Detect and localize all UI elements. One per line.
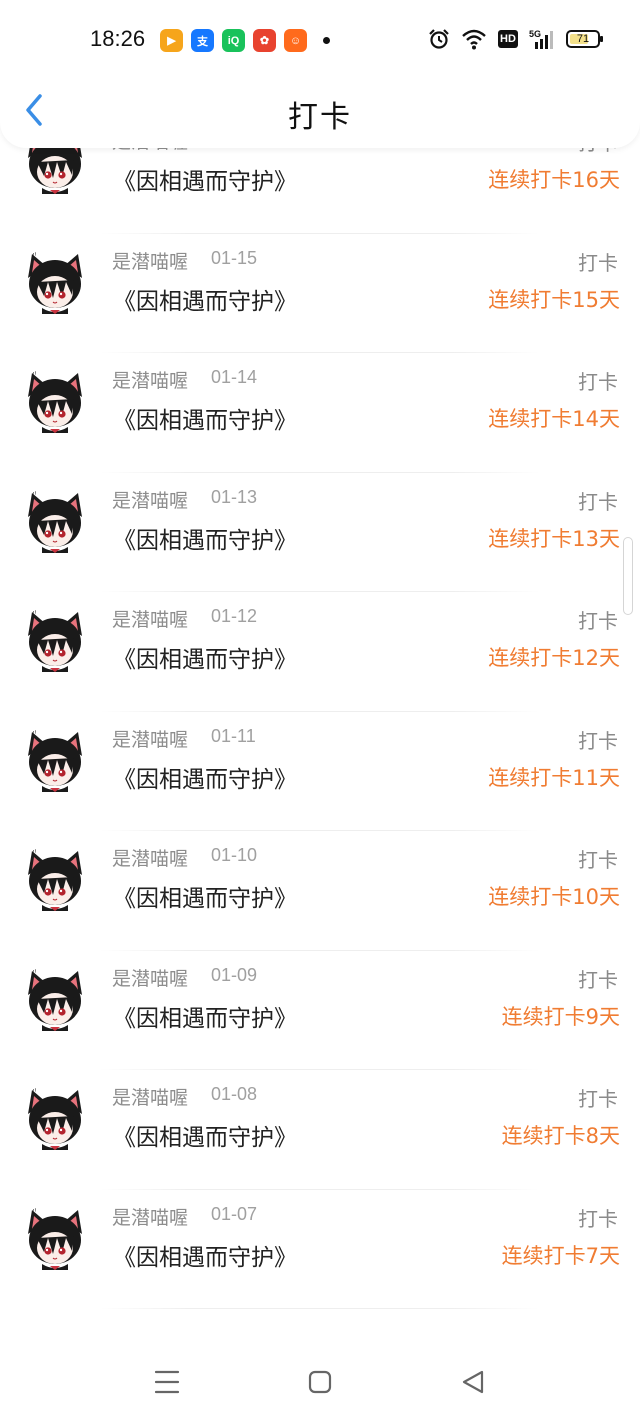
avatar[interactable]: 〃 [20, 1204, 90, 1274]
checkin-action-label: 打卡 [578, 848, 618, 872]
checkin-item[interactable]: 〃是潜喵喔 01-15 《因相遇而守护》 打卡连续打卡15天 [0, 234, 640, 353]
status-app-icons: ▶ 支 iQ ✿ ☺ [160, 29, 330, 52]
checkin-action-label: 打卡 [578, 728, 618, 753]
battery-text: 71 [576, 33, 590, 45]
back-nav-button[interactable] [458, 1368, 488, 1396]
scrollbar-thumb[interactable] [623, 537, 633, 615]
item-date: 01-08 [211, 1084, 258, 1104]
avatar[interactable]: 〃 [20, 606, 90, 676]
avatar[interactable]: 〃 [20, 1084, 90, 1154]
streak-label: 连续打卡7天 [501, 1243, 620, 1268]
item-date: 01-11 [211, 725, 256, 746]
checkin-item[interactable]: 〃 是潜喵喔 01-16 《因相遇而守护》 打卡连续打卡16天 [0, 148, 640, 234]
user-name[interactable]: 是潜喵喔 [112, 964, 188, 991]
orange-app-icon: ☺ [284, 29, 307, 52]
alarm-icon [428, 28, 450, 50]
checkin-item[interactable]: 〃是潜喵喔 01-13 《因相遇而守护》 打卡连续打卡13天 [0, 473, 640, 592]
streak-label: 连续打卡11天 [488, 765, 620, 790]
user-name[interactable]: 是潜喵喔 [112, 247, 188, 274]
book-title[interactable]: 《因相遇而守护》 [113, 1238, 297, 1272]
book-title[interactable]: 《因相遇而守护》 [113, 521, 297, 555]
user-name[interactable]: 是潜喵喔 [112, 725, 188, 752]
avatar[interactable]: 〃 [20, 965, 90, 1035]
checkin-item[interactable]: 〃是潜喵喔 01-09 《因相遇而守护》 打卡连续打卡9天 [0, 951, 640, 1070]
streak-label: 连续打卡15天 [488, 287, 620, 312]
item-date: 01-12 [211, 606, 258, 626]
checkin-action-label: 打卡 [578, 489, 618, 514]
hd-badge: HD [498, 30, 518, 48]
item-date: 01-16 [211, 148, 257, 149]
checkin-action-label: 打卡 [578, 1206, 618, 1231]
checkin-list[interactable]: 〃是潜喵喔01-16《因相遇而守护》打卡连续打卡16天〃是潜喵喔01-15《因相… [0, 148, 640, 1340]
system-nav-bar [0, 1340, 640, 1422]
red-app-icon: ✿ [253, 29, 276, 52]
book-title[interactable]: 《因相遇而守护》 [113, 282, 297, 316]
checkin-action-label: 打卡 [578, 967, 618, 992]
back-triangle-icon [462, 1370, 484, 1394]
book-title[interactable]: 《因相遇而守护》 [113, 640, 297, 674]
user-name[interactable]: 是潜喵喔 [112, 605, 188, 632]
home-icon [308, 1370, 332, 1394]
signal-icon: 5G [529, 28, 555, 50]
nav-header: 打卡 [0, 70, 640, 148]
avatar[interactable]: 〃 [20, 726, 90, 796]
video-app-icon: ▶ [160, 29, 183, 52]
avatar[interactable]: 〃 [20, 248, 90, 318]
wifi-icon [461, 28, 487, 50]
menu-button[interactable] [152, 1368, 182, 1396]
checkin-item[interactable]: 〃是潜喵喔 01-14 《因相遇而守护》 打卡连续打卡14天 [0, 353, 640, 473]
status-time: 18:26 [90, 26, 146, 51]
user-name[interactable]: 是潜喵喔 [112, 366, 188, 393]
item-date: 01-13 [211, 486, 258, 507]
checkin-action-label: 打卡 [578, 148, 618, 156]
more-notifications-dot [323, 37, 330, 44]
checkin-action-label: 打卡 [578, 609, 618, 633]
alipay-icon: 支 [191, 29, 214, 52]
item-date: 01-14 [211, 367, 258, 387]
system-indicators: HD 5G 71 [428, 28, 603, 50]
user-name[interactable]: 是潜喵喔 [112, 1083, 188, 1110]
checkin-action-label: 打卡 [578, 370, 618, 394]
book-title[interactable]: 《因相遇而守护》 [113, 879, 297, 913]
book-title[interactable]: 《因相遇而守护》 [113, 401, 297, 435]
divider [100, 1308, 540, 1309]
checkin-item[interactable]: 〃是潜喵喔 01-10 《因相遇而守护》 打卡连续打卡10天 [0, 831, 640, 951]
iqiyi-icon: iQ [222, 29, 245, 52]
item-date: 01-09 [211, 964, 258, 985]
avatar[interactable]: 〃 [20, 487, 90, 557]
checkin-action-label: 打卡 [578, 1087, 618, 1111]
home-button[interactable] [305, 1368, 335, 1396]
item-date: 01-15 [211, 247, 258, 268]
book-title[interactable]: 《因相遇而守护》 [113, 1118, 297, 1152]
streak-label: 连续打卡13天 [488, 526, 620, 551]
book-title[interactable]: 《因相遇而守护》 [113, 760, 297, 794]
user-name[interactable]: 是潜喵喔 [112, 844, 188, 871]
battery-indicator: 71 [566, 30, 603, 48]
streak-label: 连续打卡14天 [488, 407, 620, 431]
user-name[interactable]: 是潜喵喔 [112, 486, 188, 513]
user-name[interactable]: 是潜喵喔 [112, 148, 188, 154]
user-name[interactable]: 是潜喵喔 [112, 1203, 188, 1230]
streak-label: 连续打卡16天 [488, 168, 620, 192]
book-title[interactable]: 《因相遇而守护》 [113, 162, 297, 196]
item-date: 01-10 [211, 845, 258, 865]
streak-label: 连续打卡12天 [488, 646, 620, 670]
checkin-item[interactable]: 〃是潜喵喔 01-12 《因相遇而守护》 打卡连续打卡12天 [0, 592, 640, 712]
streak-label: 连续打卡10天 [488, 885, 620, 909]
checkin-item[interactable]: 〃是潜喵喔 01-11 《因相遇而守护》 打卡连续打卡11天 [0, 712, 640, 831]
menu-icon [154, 1370, 180, 1394]
avatar[interactable]: 〃 [20, 845, 90, 915]
status-bar: 18:26 ▶ 支 iQ ✿ ☺ HD 5G 71 [0, 0, 640, 80]
checkin-action-label: 打卡 [578, 250, 618, 275]
streak-label: 连续打卡9天 [501, 1004, 620, 1029]
avatar[interactable]: 〃 [20, 148, 90, 198]
page-title: 打卡 [288, 100, 352, 135]
avatar[interactable]: 〃 [20, 367, 90, 437]
streak-label: 连续打卡8天 [501, 1124, 620, 1148]
item-date: 01-07 [211, 1203, 258, 1224]
network-label: 5G [529, 29, 541, 39]
book-title[interactable]: 《因相遇而守护》 [113, 999, 297, 1033]
checkin-item[interactable]: 〃是潜喵喔 01-08 《因相遇而守护》 打卡连续打卡8天 [0, 1070, 640, 1190]
checkin-item[interactable]: 〃是潜喵喔 01-07 《因相遇而守护》 打卡连续打卡7天 [0, 1190, 640, 1309]
